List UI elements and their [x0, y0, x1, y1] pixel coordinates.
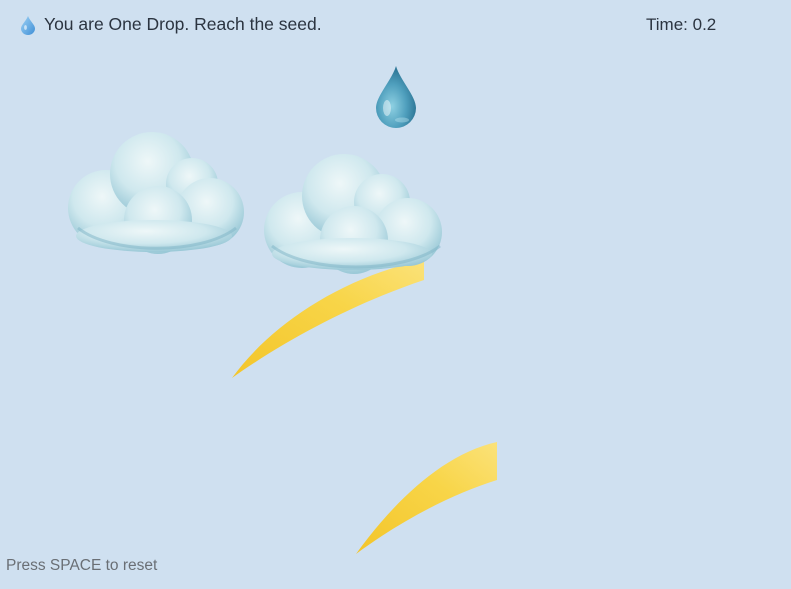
cloud — [68, 132, 244, 254]
timer: Time: 0.2 — [646, 15, 716, 35]
hud-title: You are One Drop. Reach the seed. — [20, 14, 322, 35]
water-drop-icon — [21, 15, 35, 35]
game-canvas[interactable]: You are One Drop. Reach the seed. Time: … — [0, 0, 791, 589]
timer-value: 0.2 — [692, 15, 717, 34]
reset-hint: Press SPACE to reset — [6, 557, 158, 574]
cloud — [264, 154, 442, 274]
player-drop — [376, 66, 416, 128]
hud-title-text: You are One Drop. Reach the seed. — [44, 14, 322, 34]
timer-label: Time: — [646, 15, 688, 34]
sun-ray — [356, 442, 497, 554]
sun-ray — [232, 260, 424, 378]
